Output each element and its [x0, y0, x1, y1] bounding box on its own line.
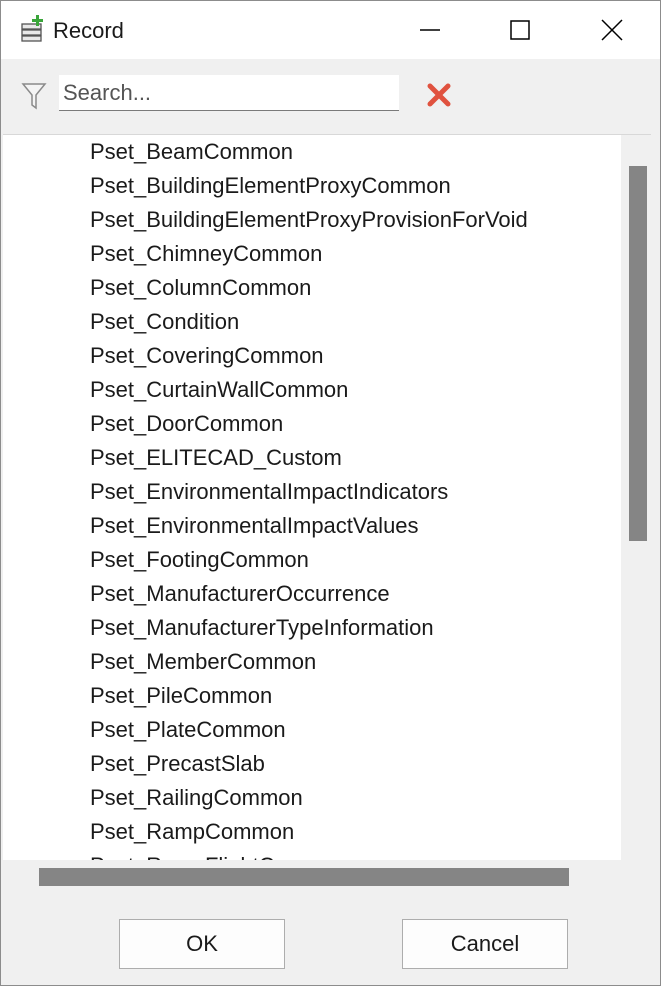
horizontal-scroll-thumb[interactable]	[39, 868, 569, 886]
list-item[interactable]: Pset_EnvironmentalImpactValues	[90, 509, 419, 543]
property-set-list: Pset_BeamCommon Pset_BuildingElementProxy…	[3, 134, 651, 893]
list-item[interactable]: Pset_BeamCommon	[90, 135, 293, 169]
list-item[interactable]: Pset_MemberCommon	[90, 645, 316, 679]
record-add-icon	[21, 15, 45, 45]
list-item[interactable]: Pset_PrecastSlab	[90, 747, 265, 781]
list-item[interactable]: Pset_RampFlightC	[90, 849, 275, 860]
cancel-button[interactable]: Cancel	[402, 919, 568, 969]
list-item[interactable]: Pset_BuildingElementProxyProvisionForVoi…	[90, 203, 528, 237]
list-item[interactable]: Pset_Condition	[90, 305, 239, 339]
maximize-button[interactable]	[475, 1, 565, 59]
close-icon	[601, 19, 623, 41]
maximize-icon	[510, 20, 530, 40]
minimize-icon	[420, 29, 440, 31]
list-item[interactable]: Pset_ChimneyCommon	[90, 237, 322, 271]
record-dialog: Record Pset_BeamCommonPs	[0, 0, 661, 986]
list-item[interactable]: Pset_FootingCommon	[90, 543, 309, 577]
clear-search-icon[interactable]	[425, 81, 453, 109]
vertical-scroll-thumb[interactable]	[629, 166, 647, 541]
list-item[interactable]: Pset_ManufacturerOccurrence	[90, 577, 390, 611]
list-item[interactable]: Pset_PileCommon	[90, 679, 272, 713]
list-item[interactable]: Pset_DoorCommon	[90, 407, 283, 441]
close-button[interactable]	[567, 1, 657, 59]
title-bar[interactable]: Record	[1, 1, 660, 59]
list-item[interactable]: Pset_EnvironmentalImpactIndicators	[90, 475, 448, 509]
list-item[interactable]: Pset_RailingCommon	[90, 781, 303, 815]
list-item[interactable]: Pset_BuildingElementProxyCommon	[90, 169, 451, 203]
list-item[interactable]: Pset_PlateCommon	[90, 713, 286, 747]
search-input[interactable]	[59, 75, 399, 111]
list-viewport[interactable]: Pset_BeamCommon Pset_BuildingElementProxy…	[3, 135, 621, 860]
list-item[interactable]: Pset_ELITECAD_Custom	[90, 441, 342, 475]
list-item[interactable]: Pset_CoveringCommon	[90, 339, 324, 373]
ok-button[interactable]: OK	[119, 919, 285, 969]
list-item[interactable]: Pset_ManufacturerTypeInformation	[90, 611, 434, 645]
filter-icon	[21, 81, 47, 111]
list-item[interactable]: Pset_RampCommon	[90, 815, 294, 849]
minimize-button[interactable]	[385, 1, 475, 59]
list-item[interactable]: Pset_CurtainWallCommon	[90, 373, 348, 407]
window-title: Record	[53, 18, 124, 43]
list-item[interactable]: Pset_ColumnCommon	[90, 271, 311, 305]
